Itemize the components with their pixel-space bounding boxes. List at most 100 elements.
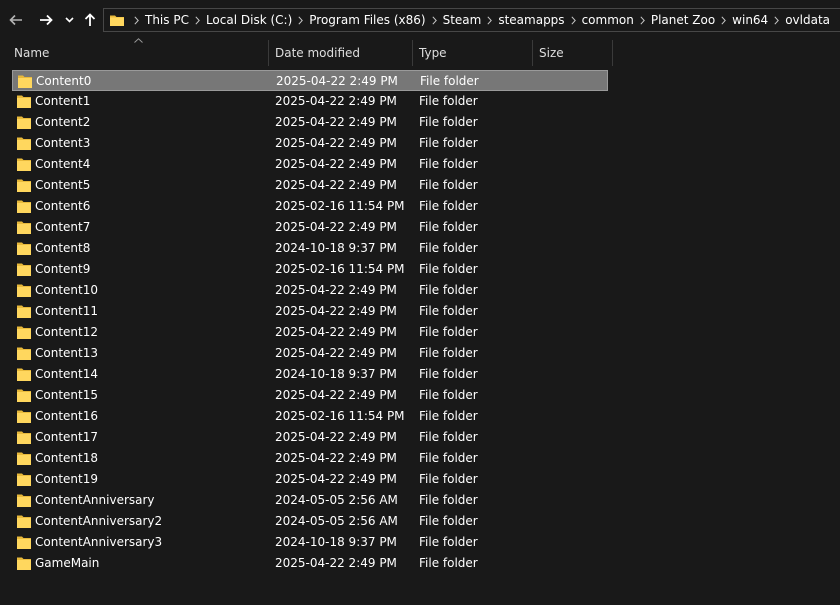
- folder-icon: [17, 410, 31, 423]
- folder-icon: [17, 158, 31, 171]
- breadcrumb-separator-icon[interactable]: [721, 15, 727, 25]
- breadcrumb-item[interactable]: win64: [732, 13, 768, 27]
- breadcrumb-separator-icon[interactable]: [298, 15, 304, 25]
- file-type: File folder: [419, 367, 478, 381]
- back-arrow-icon: [9, 14, 22, 26]
- forward-button[interactable]: [36, 8, 56, 32]
- breadcrumb-item[interactable]: Local Disk (C:): [206, 13, 292, 27]
- file-name: Content7: [35, 220, 91, 234]
- file-row[interactable]: Content19 2025-04-22 2:49 PM File folder: [12, 469, 608, 490]
- file-row[interactable]: GameMain 2025-04-22 2:49 PM File folder: [12, 553, 608, 574]
- breadcrumb-item[interactable]: ovldata: [785, 13, 830, 27]
- file-row[interactable]: Content11 2025-04-22 2:49 PM File folder: [12, 301, 608, 322]
- breadcrumb-item[interactable]: Program Files (x86): [309, 13, 425, 27]
- breadcrumb-separator-icon[interactable]: [774, 15, 780, 25]
- address-bar[interactable]: This PC Local Disk (C:) Program Files (x86…: [103, 8, 840, 32]
- file-date-modified: 2025-04-22 2:49 PM: [276, 74, 398, 88]
- folder-icon: [17, 305, 31, 318]
- file-row[interactable]: Content15 2025-04-22 2:49 PM File folder: [12, 385, 608, 406]
- file-type: File folder: [419, 136, 478, 150]
- breadcrumb-item[interactable]: common: [582, 13, 634, 27]
- file-name: Content3: [35, 136, 91, 150]
- breadcrumb-item[interactable]: Steam: [443, 13, 482, 27]
- file-row[interactable]: ContentAnniversary 2024-05-05 2:56 AM File…: [12, 490, 608, 511]
- breadcrumb-separator-icon[interactable]: [640, 15, 645, 25]
- file-row[interactable]: Content6 2025-02-16 11:54 PM File folder: [12, 196, 608, 217]
- file-date-modified: 2025-04-22 2:49 PM: [275, 451, 397, 465]
- file-row[interactable]: Content16 2025-02-16 11:54 PM File folder: [12, 406, 608, 427]
- file-date-modified: 2025-04-22 2:49 PM: [275, 346, 397, 360]
- file-type: File folder: [419, 304, 478, 318]
- file-date-modified: 2025-04-22 2:49 PM: [275, 157, 397, 171]
- folder-icon: [17, 116, 31, 129]
- file-type: File folder: [419, 220, 478, 234]
- breadcrumb-separator-icon[interactable]: [195, 15, 200, 25]
- file-name: ContentAnniversary2: [35, 514, 163, 528]
- file-type: File folder: [419, 556, 478, 570]
- file-name: Content4: [35, 157, 91, 171]
- file-name: Content5: [35, 178, 91, 192]
- folder-icon: [17, 221, 31, 234]
- file-date-modified: 2024-10-18 9:37 PM: [275, 241, 397, 255]
- column-header-bar: Name Date modified Type Size: [0, 40, 840, 66]
- folder-icon: [17, 557, 31, 570]
- file-type: File folder: [419, 283, 478, 297]
- file-row[interactable]: Content14 2024-10-18 9:37 PM File folder: [12, 364, 608, 385]
- column-header-type-label: Type: [419, 46, 447, 60]
- column-header-type[interactable]: Type: [413, 40, 532, 66]
- breadcrumb-separator-icon[interactable]: [570, 15, 576, 25]
- breadcrumb-separator-icon[interactable]: [487, 15, 493, 25]
- file-date-modified: 2025-04-22 2:49 PM: [275, 136, 397, 150]
- file-row[interactable]: Content18 2025-04-22 2:49 PM File folder: [12, 448, 608, 469]
- file-row[interactable]: Content3 2025-04-22 2:49 PM File folder: [12, 133, 608, 154]
- column-header-size[interactable]: Size: [533, 40, 612, 66]
- back-button[interactable]: [6, 8, 26, 32]
- file-name: Content10: [35, 283, 98, 297]
- folder-icon: [17, 536, 31, 549]
- file-row[interactable]: Content12 2025-04-22 2:49 PM File folder: [12, 322, 608, 343]
- up-button[interactable]: [82, 8, 98, 32]
- file-row[interactable]: Content0 2025-04-22 2:49 PM File folder: [12, 70, 608, 91]
- recent-locations-button[interactable]: [62, 8, 76, 32]
- file-name: GameMain: [35, 556, 100, 570]
- file-row[interactable]: ContentAnniversary2 2024-05-05 2:56 AM Fil…: [12, 511, 608, 532]
- file-row[interactable]: Content13 2025-04-22 2:49 PM File folder: [12, 343, 608, 364]
- breadcrumb-item[interactable]: Planet Zoo: [651, 13, 715, 27]
- file-row[interactable]: Content7 2025-04-22 2:49 PM File folder: [12, 217, 608, 238]
- breadcrumb-item[interactable]: This PC: [145, 13, 189, 27]
- folder-icon: [18, 75, 32, 88]
- file-row[interactable]: Content8 2024-10-18 9:37 PM File folder: [12, 238, 608, 259]
- file-row[interactable]: Content5 2025-04-22 2:49 PM File folder: [12, 175, 608, 196]
- file-row[interactable]: Content9 2025-02-16 11:54 PM File folder: [12, 259, 608, 280]
- file-date-modified: 2025-04-22 2:49 PM: [275, 178, 397, 192]
- column-divider[interactable]: [612, 40, 613, 66]
- file-type: File folder: [419, 346, 478, 360]
- file-name: Content12: [35, 325, 98, 339]
- breadcrumb-separator-icon[interactable]: [134, 15, 139, 25]
- folder-icon: [17, 452, 31, 465]
- file-name: Content17: [35, 430, 98, 444]
- folder-icon: [17, 494, 31, 507]
- folder-icon: [17, 389, 31, 402]
- file-date-modified: 2025-04-22 2:49 PM: [275, 115, 397, 129]
- folder-icon: [110, 15, 124, 26]
- breadcrumb-item[interactable]: steamapps: [498, 13, 564, 27]
- file-date-modified: 2025-02-16 11:54 PM: [275, 199, 405, 213]
- file-row[interactable]: Content1 2025-04-22 2:49 PM File folder: [12, 91, 608, 112]
- folder-icon: [17, 473, 31, 486]
- file-row[interactable]: Content10 2025-04-22 2:49 PM File folder: [12, 280, 608, 301]
- file-type: File folder: [419, 241, 478, 255]
- file-row[interactable]: Content4 2025-04-22 2:49 PM File folder: [12, 154, 608, 175]
- file-type: File folder: [419, 325, 478, 339]
- column-header-date[interactable]: Date modified: [269, 40, 412, 66]
- folder-icon: [17, 179, 31, 192]
- breadcrumb-separator-icon[interactable]: [432, 15, 437, 25]
- file-row[interactable]: Content2 2025-04-22 2:49 PM File folder: [12, 112, 608, 133]
- file-name: Content6: [35, 199, 91, 213]
- file-date-modified: 2025-04-22 2:49 PM: [275, 283, 397, 297]
- sort-ascending-icon: [134, 36, 143, 46]
- file-row[interactable]: Content17 2025-04-22 2:49 PM File folder: [12, 427, 608, 448]
- file-type: File folder: [419, 115, 478, 129]
- file-row[interactable]: ContentAnniversary3 2024-10-18 9:37 PM Fil…: [12, 532, 608, 553]
- file-name: Content14: [35, 367, 98, 381]
